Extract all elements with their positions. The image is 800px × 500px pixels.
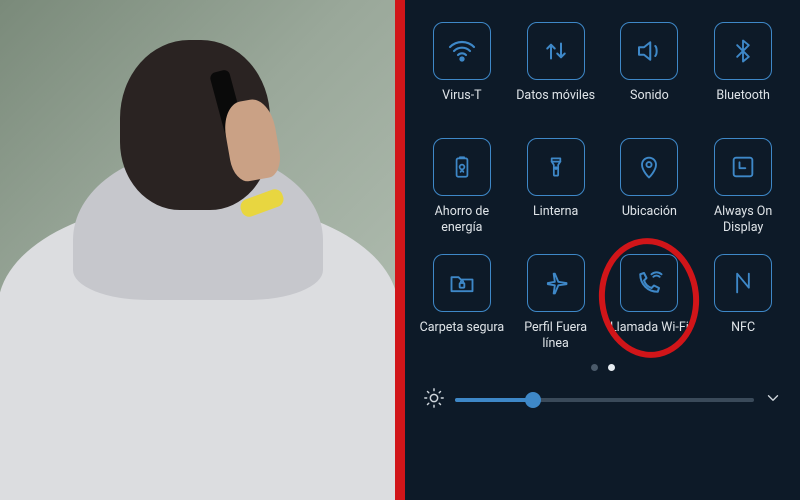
tile-label: Always On Display (698, 204, 788, 236)
brightness-row (417, 387, 788, 413)
location-pin-icon (620, 138, 678, 196)
tile-label: Ubicación (622, 204, 677, 236)
page-dot-active[interactable] (608, 364, 615, 371)
clock-box-icon (714, 138, 772, 196)
tile-location[interactable]: Ubicación (605, 134, 695, 242)
vertical-divider (395, 0, 405, 500)
nfc-icon (714, 254, 772, 312)
tile-sound[interactable]: Sonido (605, 18, 695, 126)
quick-settings-panel: Virus-T Datos móviles Sonido (405, 0, 800, 500)
battery-saver-icon (433, 138, 491, 196)
secure-folder-icon (433, 254, 491, 312)
tile-mobile-data[interactable]: Datos móviles (511, 18, 601, 126)
flashlight-icon (527, 138, 585, 196)
tile-label: Sonido (630, 88, 669, 120)
page-indicator (417, 364, 788, 371)
data-arrows-icon (527, 22, 585, 80)
tile-label: NFC (731, 320, 755, 352)
tile-airplane-mode[interactable]: Perfil Fuera línea (511, 250, 601, 358)
photo-panel (0, 0, 395, 500)
tile-always-on-display[interactable]: Always On Display (698, 134, 788, 242)
wifi-icon (433, 22, 491, 80)
tiles-grid: Virus-T Datos móviles Sonido (417, 18, 788, 358)
brightness-slider[interactable] (455, 390, 754, 410)
tile-label: Ahorro de energía (417, 204, 507, 236)
tile-wifi[interactable]: Virus-T (417, 18, 507, 126)
tile-label: Carpeta segura (420, 320, 505, 352)
person-silhouette (0, 60, 395, 500)
tile-label: Linterna (533, 204, 578, 236)
tile-label: Datos móviles (516, 88, 595, 120)
tile-label: Perfil Fuera línea (511, 320, 601, 352)
tile-bluetooth[interactable]: Bluetooth (698, 18, 788, 126)
bluetooth-icon (714, 22, 772, 80)
tile-label: Virus-T (442, 88, 482, 120)
wifi-call-icon (620, 254, 678, 312)
tile-flashlight[interactable]: Linterna (511, 134, 601, 242)
airplane-icon (527, 254, 585, 312)
tile-battery-saver[interactable]: Ahorro de energía (417, 134, 507, 242)
tile-label: Llamada Wi-Fi (610, 320, 689, 352)
speaker-icon (620, 22, 678, 80)
tile-label: Bluetooth (716, 88, 770, 120)
slider-chevron-icon[interactable] (764, 389, 782, 411)
tile-wifi-calling[interactable]: Llamada Wi-Fi (605, 250, 695, 358)
brightness-icon (423, 387, 445, 413)
tile-nfc[interactable]: NFC (698, 250, 788, 358)
page-dot[interactable] (591, 364, 598, 371)
tile-secure-folder[interactable]: Carpeta segura (417, 250, 507, 358)
